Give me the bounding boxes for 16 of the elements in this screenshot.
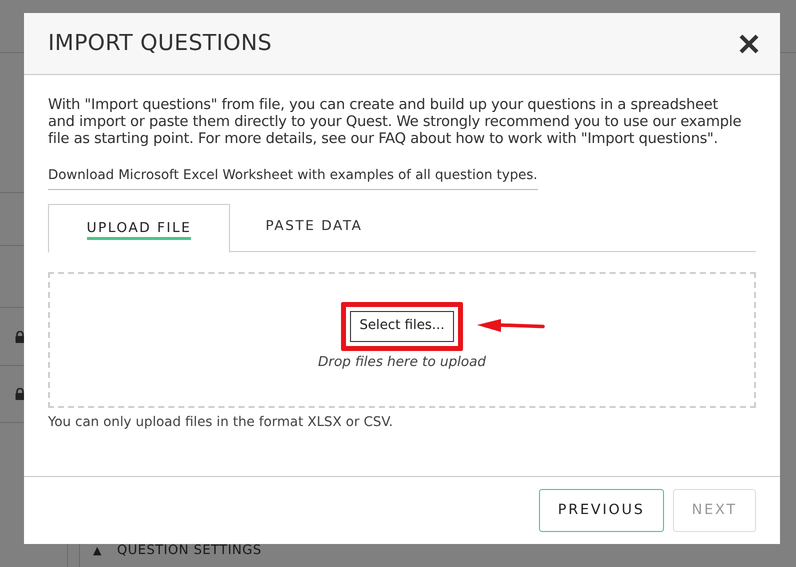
select-files-button[interactable]: Select files... <box>350 310 454 342</box>
drop-zone[interactable]: Select files... Drop files here to upload <box>48 272 756 408</box>
lock-icon <box>15 331 25 343</box>
caret-icon: ▲ <box>93 543 102 560</box>
dialog-title: IMPORT QUESTIONS <box>48 30 272 58</box>
lock-icon <box>15 388 25 400</box>
drop-hint: Drop files here to upload <box>318 352 486 372</box>
tab[interactable]: UPLOAD FILE <box>48 204 230 253</box>
arrow-icon <box>475 318 546 334</box>
close-icon[interactable] <box>738 32 760 54</box>
tab[interactable]: PASTE DATA <box>230 204 398 252</box>
section-title[interactable]: QUESTION SETTINGS <box>117 541 262 560</box>
download-link[interactable]: Download Microsoft Excel Worksheet with examples of all question types. <box>48 166 538 190</box>
intro-text: With "Import questions" from file, you can create and build up your questions in a spreadsheet and import or paste them directly to your Quest. We strongly recommend you to use our example file as starting point. For more details, see our FAQ about how to work with "Import questions". <box>48 97 742 148</box>
footer-button[interactable]: PREVIOUS <box>538 489 664 532</box>
format-note: You can only upload files in the format XLSX or CSV. <box>48 414 394 432</box>
